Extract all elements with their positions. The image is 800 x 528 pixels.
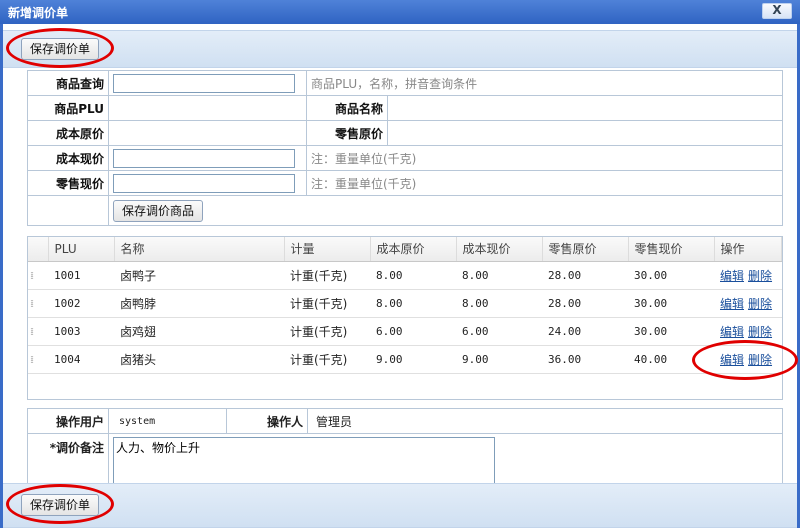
cell-plu: 1002: [48, 289, 114, 318]
cost-new-hint: 注：重量单位(千克): [306, 145, 783, 171]
query-label: 商品查询: [27, 70, 109, 96]
cell-name: 卤鸭子: [114, 261, 284, 290]
edit-link[interactable]: 编辑: [720, 297, 744, 311]
table-row[interactable]: ⁞⁞ 1004 卤猪头 计重(千克) 9.00 9.00 36.00 40.00…: [28, 345, 782, 374]
cell-plu: 1004: [48, 345, 114, 374]
cell-retail-new: 30.00: [628, 317, 714, 346]
operator-label: 操作人: [226, 408, 308, 434]
table-header-row: PLU 名称 计量 成本原价 成本现价 零售原价 零售现价 操作: [28, 237, 782, 262]
retail-new-hint: 注：重量单位(千克): [306, 170, 783, 196]
edit-link[interactable]: 编辑: [720, 269, 744, 283]
retail-new-input[interactable]: [113, 173, 295, 193]
product-form: 商品查询 商品PLU，名称，拼音查询条件 商品PLU 商品名称 成本原价 零售原…: [27, 70, 783, 226]
edit-link[interactable]: 编辑: [720, 353, 744, 367]
table-row[interactable]: ⁞⁞ 1001 卤鸭子 计重(千克) 8.00 8.00 28.00 30.00…: [28, 261, 782, 290]
operator-value: 管理员: [307, 408, 783, 434]
user-value: system: [108, 408, 227, 434]
retail-new-label: 零售现价: [27, 170, 109, 196]
retail-orig-label: 零售原价: [306, 120, 388, 146]
delete-link[interactable]: 删除: [748, 269, 772, 283]
grip-header: [28, 237, 49, 262]
cell-retail-new: 40.00: [628, 345, 714, 374]
cell-plu: 1001: [48, 261, 114, 290]
cell-cost-new: 8.00: [456, 261, 542, 290]
cell-unit: 计重(千克): [284, 261, 370, 290]
cell-cost-orig: 6.00: [370, 317, 456, 346]
user-label: 操作用户: [27, 408, 109, 434]
cell-plu: 1003: [48, 317, 114, 346]
cell-actions: 编辑 删除: [714, 317, 782, 346]
cost-new-input[interactable]: [113, 148, 295, 168]
cell-cost-new: 9.00: [456, 345, 542, 374]
cell-actions: 编辑 删除: [714, 345, 782, 374]
window-titlebar: 新增调价单 X: [0, 0, 800, 24]
cell-name: 卤猪头: [114, 345, 284, 374]
cell-cost-new: 8.00: [456, 289, 542, 318]
cell-unit: 计重(千克): [284, 317, 370, 346]
cell-cost-orig: 9.00: [370, 345, 456, 374]
delete-link[interactable]: 删除: [748, 325, 772, 339]
cell-retail-orig: 24.00: [542, 317, 628, 346]
col-retail-new[interactable]: 零售现价: [628, 237, 715, 262]
col-cost-orig[interactable]: 成本原价: [370, 237, 457, 262]
drag-handle-icon[interactable]: ⁞⁞: [28, 289, 48, 318]
name-label: 商品名称: [306, 95, 388, 121]
cell-retail-orig: 28.00: [542, 261, 628, 290]
cell-name: 卤鸡翅: [114, 317, 284, 346]
cell-unit: 计重(千克): [284, 345, 370, 374]
drag-handle-icon[interactable]: ⁞⁞: [28, 317, 48, 346]
cell-name: 卤鸭脖: [114, 289, 284, 318]
top-toolbar: 保存调价单: [3, 30, 797, 68]
cell-cost-new: 6.00: [456, 317, 542, 346]
close-button[interactable]: X: [762, 3, 792, 19]
drag-handle-icon[interactable]: ⁞⁞: [28, 261, 48, 290]
save-adjustment-button-top[interactable]: 保存调价单: [21, 38, 100, 60]
empty-cell: [27, 195, 109, 226]
table-row[interactable]: ⁞⁞ 1002 卤鸭脖 计重(千克) 8.00 8.00 28.00 30.00…: [28, 289, 782, 318]
cell-cost-orig: 8.00: [370, 261, 456, 290]
save-adjustment-button-bottom[interactable]: 保存调价单: [21, 494, 100, 516]
bottom-toolbar: 保存调价单: [3, 483, 797, 528]
cost-orig-label: 成本原价: [27, 120, 109, 146]
drag-handle-icon[interactable]: ⁞⁞: [28, 345, 48, 374]
cell-retail-new: 30.00: [628, 289, 714, 318]
query-hint: 商品PLU，名称，拼音查询条件: [306, 70, 783, 96]
save-item-button[interactable]: 保存调价商品: [113, 199, 204, 222]
cell-actions: 编辑 删除: [714, 289, 782, 318]
cell-actions: 编辑 删除: [714, 261, 782, 290]
delete-link[interactable]: 删除: [748, 297, 772, 311]
col-actions: 操作: [714, 237, 782, 262]
price-table: PLU 名称 计量 成本原价 成本现价 零售原价 零售现价 操作 ⁞⁞ 1001…: [27, 236, 783, 400]
cell-unit: 计重(千克): [284, 289, 370, 318]
retail-orig-value: [387, 120, 783, 146]
col-plu[interactable]: PLU: [48, 237, 115, 262]
delete-link[interactable]: 删除: [748, 353, 772, 367]
plu-value: [108, 95, 307, 121]
cost-orig-value: [108, 120, 307, 146]
edit-link[interactable]: 编辑: [720, 325, 744, 339]
cost-new-label: 成本现价: [27, 145, 109, 171]
cell-retail-new: 30.00: [628, 261, 714, 290]
col-retail-orig[interactable]: 零售原价: [542, 237, 629, 262]
cell-retail-orig: 28.00: [542, 289, 628, 318]
plu-label: 商品PLU: [27, 95, 109, 121]
name-value: [387, 95, 783, 121]
cell-retail-orig: 36.00: [542, 345, 628, 374]
col-name[interactable]: 名称: [114, 237, 285, 262]
query-input[interactable]: [113, 73, 295, 93]
cell-cost-orig: 8.00: [370, 289, 456, 318]
col-unit[interactable]: 计量: [284, 237, 371, 262]
col-cost-new[interactable]: 成本现价: [456, 237, 543, 262]
window-title: 新增调价单: [8, 6, 69, 20]
table-row[interactable]: ⁞⁞ 1003 卤鸡翅 计重(千克) 6.00 6.00 24.00 30.00…: [28, 317, 782, 346]
window-body: 保存调价单 商品查询 商品PLU，名称，拼音查询条件 商品PLU 商品名称 成本…: [0, 24, 800, 528]
